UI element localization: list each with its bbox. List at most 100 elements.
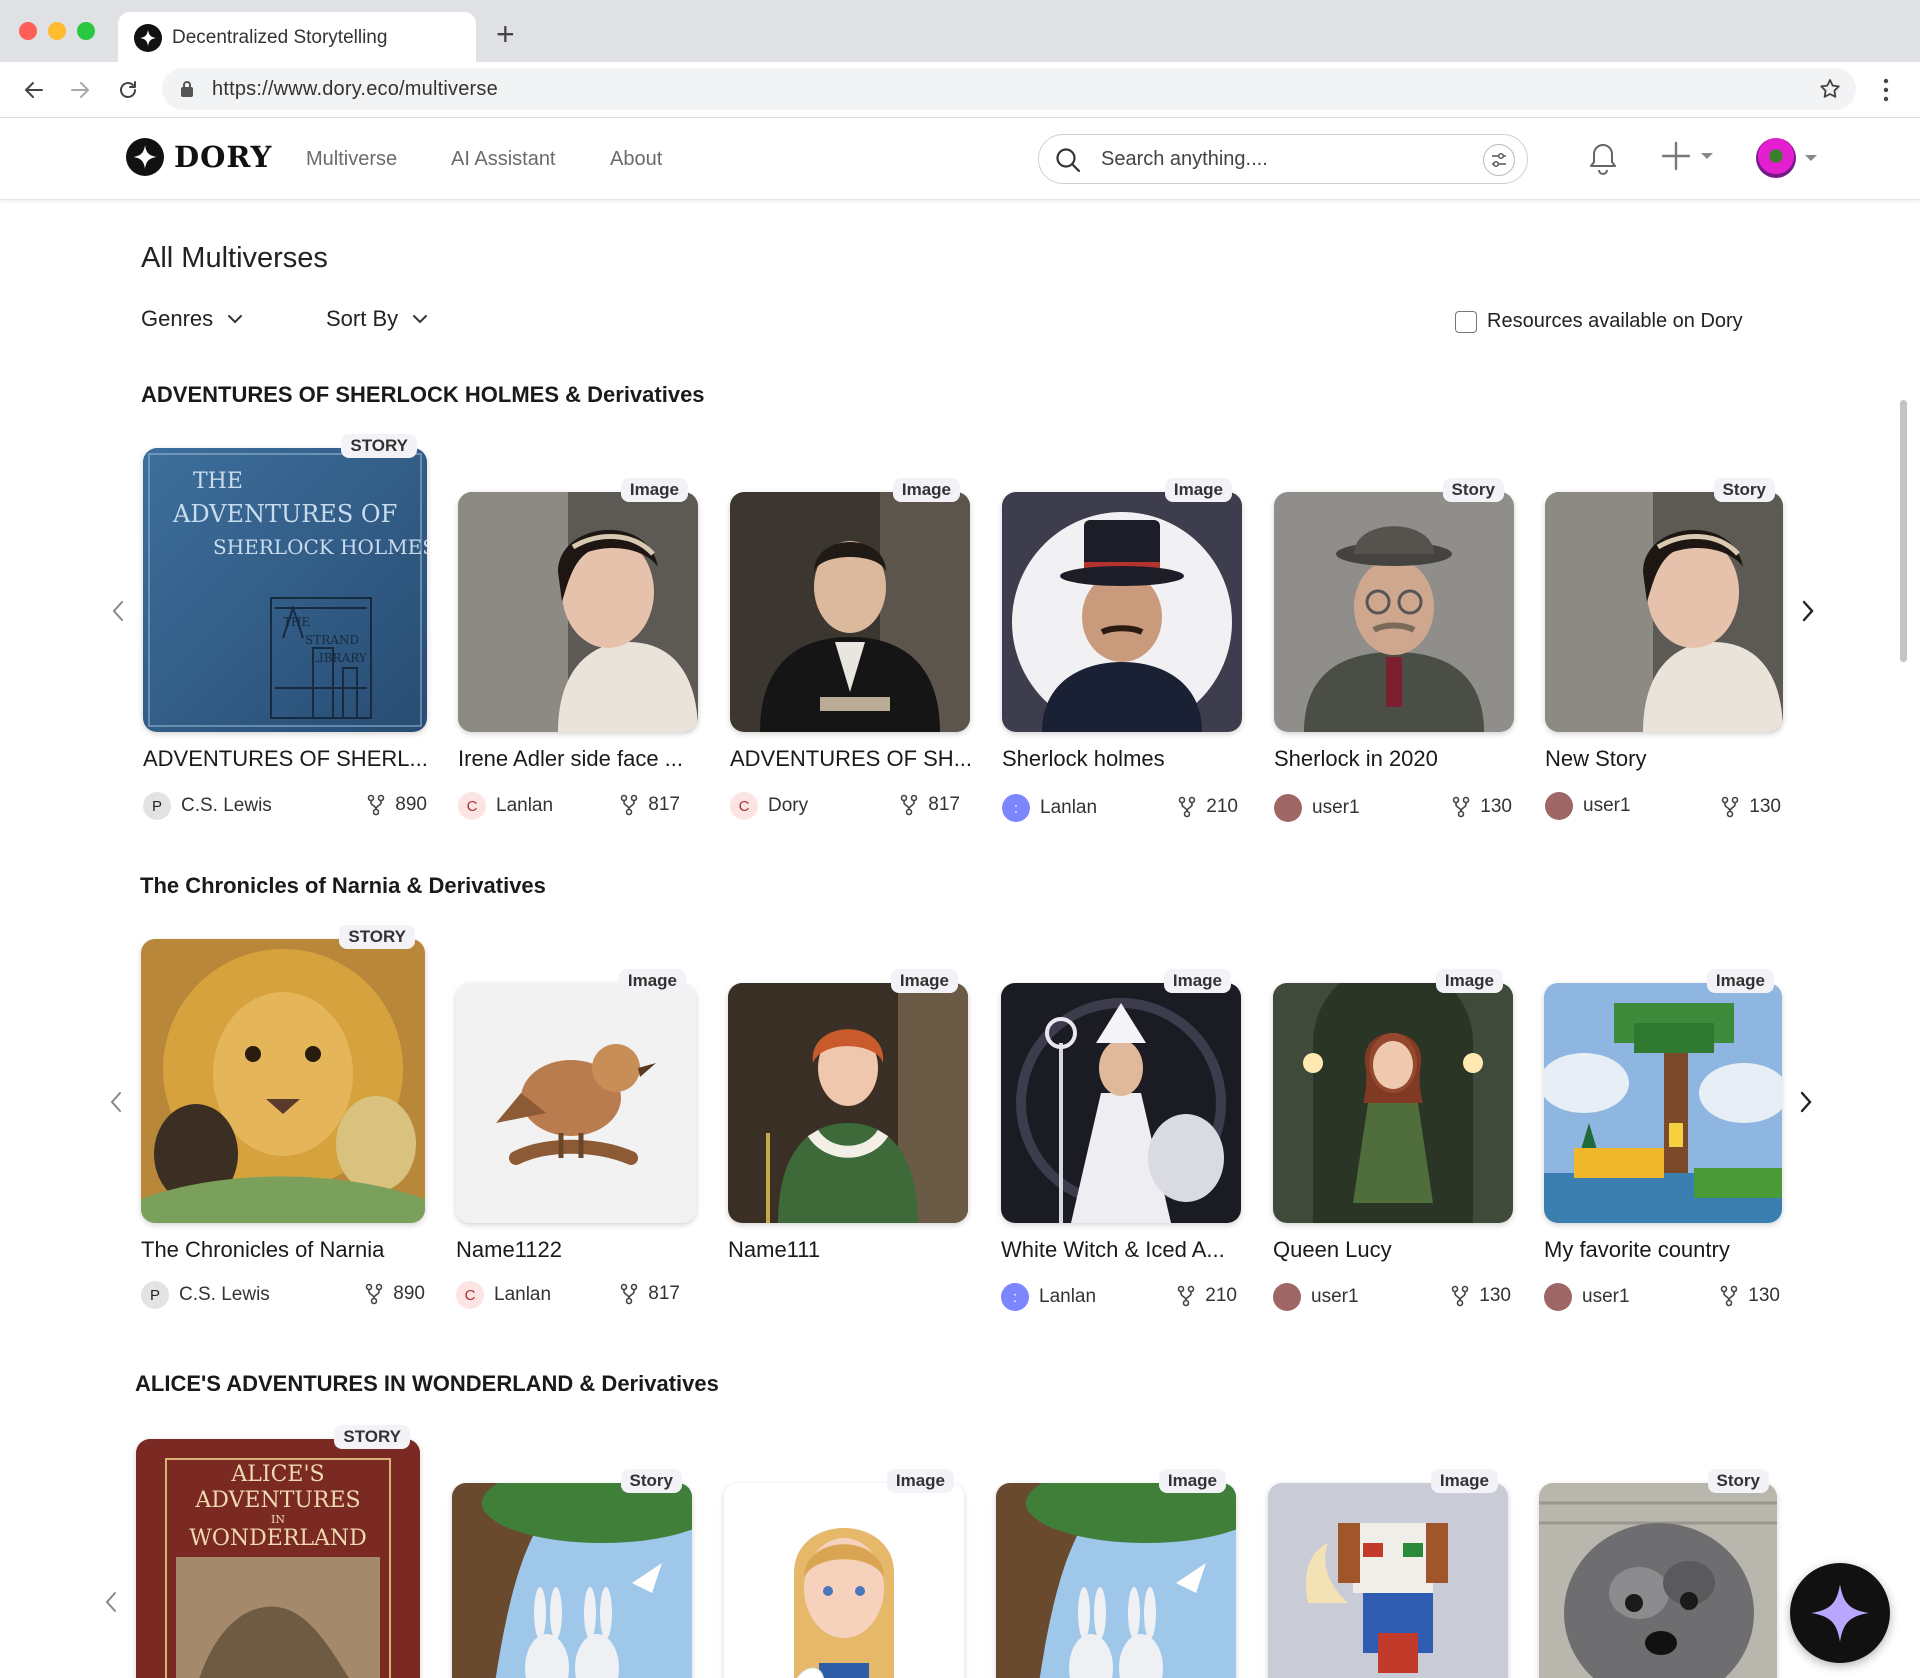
carousel-next-button[interactable]	[1793, 596, 1823, 626]
author-name: C.S. Lewis	[181, 795, 272, 816]
multiverse-card[interactable]: Image Name1122 C Lanlan 817	[456, 969, 696, 1325]
card-author[interactable]: C Lanlan	[456, 1281, 551, 1309]
card-author[interactable]: user1	[1273, 1283, 1359, 1311]
card-author[interactable]: user1	[1545, 792, 1631, 820]
fork-count: 890	[365, 1283, 425, 1305]
page-title: All Multiverses	[141, 242, 328, 274]
card-thumbnail[interactable]	[1274, 492, 1514, 732]
multiverse-card[interactable]: Image Irene Adler side face ... C Lanlan…	[458, 478, 698, 834]
card-author[interactable]: : Lanlan	[1002, 794, 1097, 822]
type-badge: Story	[1707, 1469, 1769, 1493]
card-thumbnail[interactable]	[1544, 983, 1782, 1223]
card-thumbnail[interactable]	[1268, 1483, 1508, 1678]
card-thumbnail[interactable]	[452, 1483, 692, 1678]
card-thumbnail[interactable]: THE ADVENTURES OF SHERLOCK HOLMES THE ST…	[143, 448, 427, 732]
fork-number: 890	[395, 794, 427, 815]
nav-about[interactable]: About	[610, 148, 662, 171]
window-minimize-button[interactable]	[48, 22, 66, 40]
dory-favicon-icon	[134, 24, 162, 52]
search-input[interactable]	[1101, 143, 1461, 175]
forward-button[interactable]	[64, 74, 96, 106]
nav-ai-assistant[interactable]: AI Assistant	[451, 148, 556, 171]
multiverse-card[interactable]: Story New Story user1 130	[1545, 478, 1783, 834]
browser-menu-icon[interactable]	[1872, 76, 1900, 104]
nav-multiverse[interactable]: Multiverse	[306, 148, 397, 171]
fork-count: 210	[1178, 796, 1238, 818]
author-name: user1	[1311, 1286, 1359, 1307]
card-thumbnail[interactable]	[1273, 983, 1513, 1223]
ai-assistant-fab[interactable]	[1790, 1563, 1890, 1663]
card-thumbnail[interactable]: ALICE'S ADVENTURES IN WONDERLAND	[136, 1439, 420, 1678]
fork-icon	[1451, 1285, 1469, 1307]
back-button[interactable]	[18, 74, 50, 106]
reload-button[interactable]	[112, 74, 144, 106]
carousel-next-button[interactable]	[1791, 1087, 1821, 1117]
multiverse-card[interactable]: Image White Witch & Iced A... : Lanlan 2…	[1001, 969, 1241, 1325]
notification-bell-icon[interactable]	[1588, 142, 1618, 176]
address-bar[interactable]: https://www.dory.eco/multiverse	[162, 68, 1856, 110]
author-name: Lanlan	[494, 1284, 552, 1305]
card-author[interactable]: C Dory	[730, 792, 808, 820]
card-thumbnail[interactable]	[728, 983, 968, 1223]
create-menu-button[interactable]	[1660, 140, 1714, 172]
search-filter-button[interactable]	[1483, 144, 1515, 176]
browser-toolbar: https://www.dory.eco/multiverse	[0, 62, 1920, 118]
lock-icon	[181, 81, 193, 97]
author-avatar	[1545, 792, 1573, 820]
carousel-prev-button[interactable]	[96, 1587, 126, 1617]
dory-logo-icon	[126, 138, 164, 176]
card-author[interactable]: user1	[1544, 1283, 1630, 1311]
card-thumbnail[interactable]	[1545, 492, 1783, 732]
dory-logo[interactable]: DORY	[126, 138, 272, 176]
resources-filter[interactable]: Resources available on Dory	[1455, 310, 1743, 333]
page-scrollbar[interactable]	[1900, 400, 1907, 662]
multiverse-card[interactable]: Image	[996, 1469, 1236, 1678]
card-author[interactable]: P C.S. Lewis	[143, 792, 272, 820]
multiverse-card[interactable]: STORY The Chronicles of Narnia P C.S. Le…	[141, 925, 425, 1325]
card-thumbnail[interactable]	[730, 492, 970, 732]
carousel-prev-button[interactable]	[103, 596, 133, 626]
multiverse-card[interactable]: Image	[724, 1469, 964, 1678]
multiverse-card[interactable]: Image Sherlock holmes : Lanlan 210	[1002, 478, 1242, 834]
card-thumbnail[interactable]	[996, 1483, 1236, 1678]
card-thumbnail[interactable]	[1001, 983, 1241, 1223]
multiverse-card[interactable]: ALICE'S ADVENTURES IN WONDERLAND STORY	[136, 1425, 420, 1678]
card-author[interactable]: : Lanlan	[1001, 1283, 1096, 1311]
new-tab-button[interactable]: +	[496, 18, 515, 50]
card-thumbnail[interactable]	[724, 1483, 964, 1678]
multiverse-card[interactable]: Image My favorite country user1 130	[1544, 969, 1782, 1325]
window-close-button[interactable]	[19, 22, 37, 40]
type-badge: Image	[892, 478, 960, 502]
card-thumbnail[interactable]	[456, 983, 696, 1223]
sort-by-dropdown[interactable]: Sort By	[326, 306, 428, 332]
resources-checkbox[interactable]	[1455, 310, 1477, 333]
multiverse-card[interactable]: Story	[1539, 1469, 1777, 1678]
genres-dropdown[interactable]: Genres	[141, 306, 243, 332]
card-thumbnail[interactable]	[1539, 1483, 1777, 1678]
book-sub-text: THE	[283, 615, 310, 629]
type-badge: STORY	[341, 434, 417, 458]
multiverse-card[interactable]: Image ADVENTURES OF SH... C Dory 817	[730, 478, 972, 834]
multiverse-card[interactable]: Story Sherlock in 2020 user1 130	[1274, 478, 1514, 834]
card-author[interactable]: user1	[1274, 794, 1360, 822]
card-thumbnail[interactable]	[141, 939, 425, 1223]
fork-icon	[1178, 796, 1196, 818]
bookmark-star-icon[interactable]	[1818, 77, 1842, 101]
user-menu-button[interactable]	[1756, 138, 1818, 178]
multiverse-card[interactable]: Image Name111	[728, 969, 968, 1325]
type-badge: Image	[1158, 1469, 1226, 1493]
browser-tab[interactable]: Decentralized Storytelling	[118, 12, 476, 64]
carousel-prev-button[interactable]	[101, 1087, 131, 1117]
fork-number: 130	[1749, 796, 1781, 817]
plus-icon	[1661, 141, 1691, 171]
card-thumbnail[interactable]	[458, 492, 698, 732]
multiverse-card[interactable]: THE ADVENTURES OF SHERLOCK HOLMES THE ST…	[143, 434, 428, 834]
multiverse-card[interactable]: Image	[1268, 1469, 1508, 1678]
window-zoom-button[interactable]	[77, 22, 95, 40]
card-thumbnail[interactable]	[1002, 492, 1242, 732]
multiverse-card[interactable]: Image Queen Lucy user1 130	[1273, 969, 1513, 1325]
card-author[interactable]: P C.S. Lewis	[141, 1281, 270, 1309]
fork-count: 130	[1452, 796, 1512, 818]
multiverse-card[interactable]: Story	[452, 1469, 692, 1678]
card-author[interactable]: C Lanlan	[458, 792, 553, 820]
